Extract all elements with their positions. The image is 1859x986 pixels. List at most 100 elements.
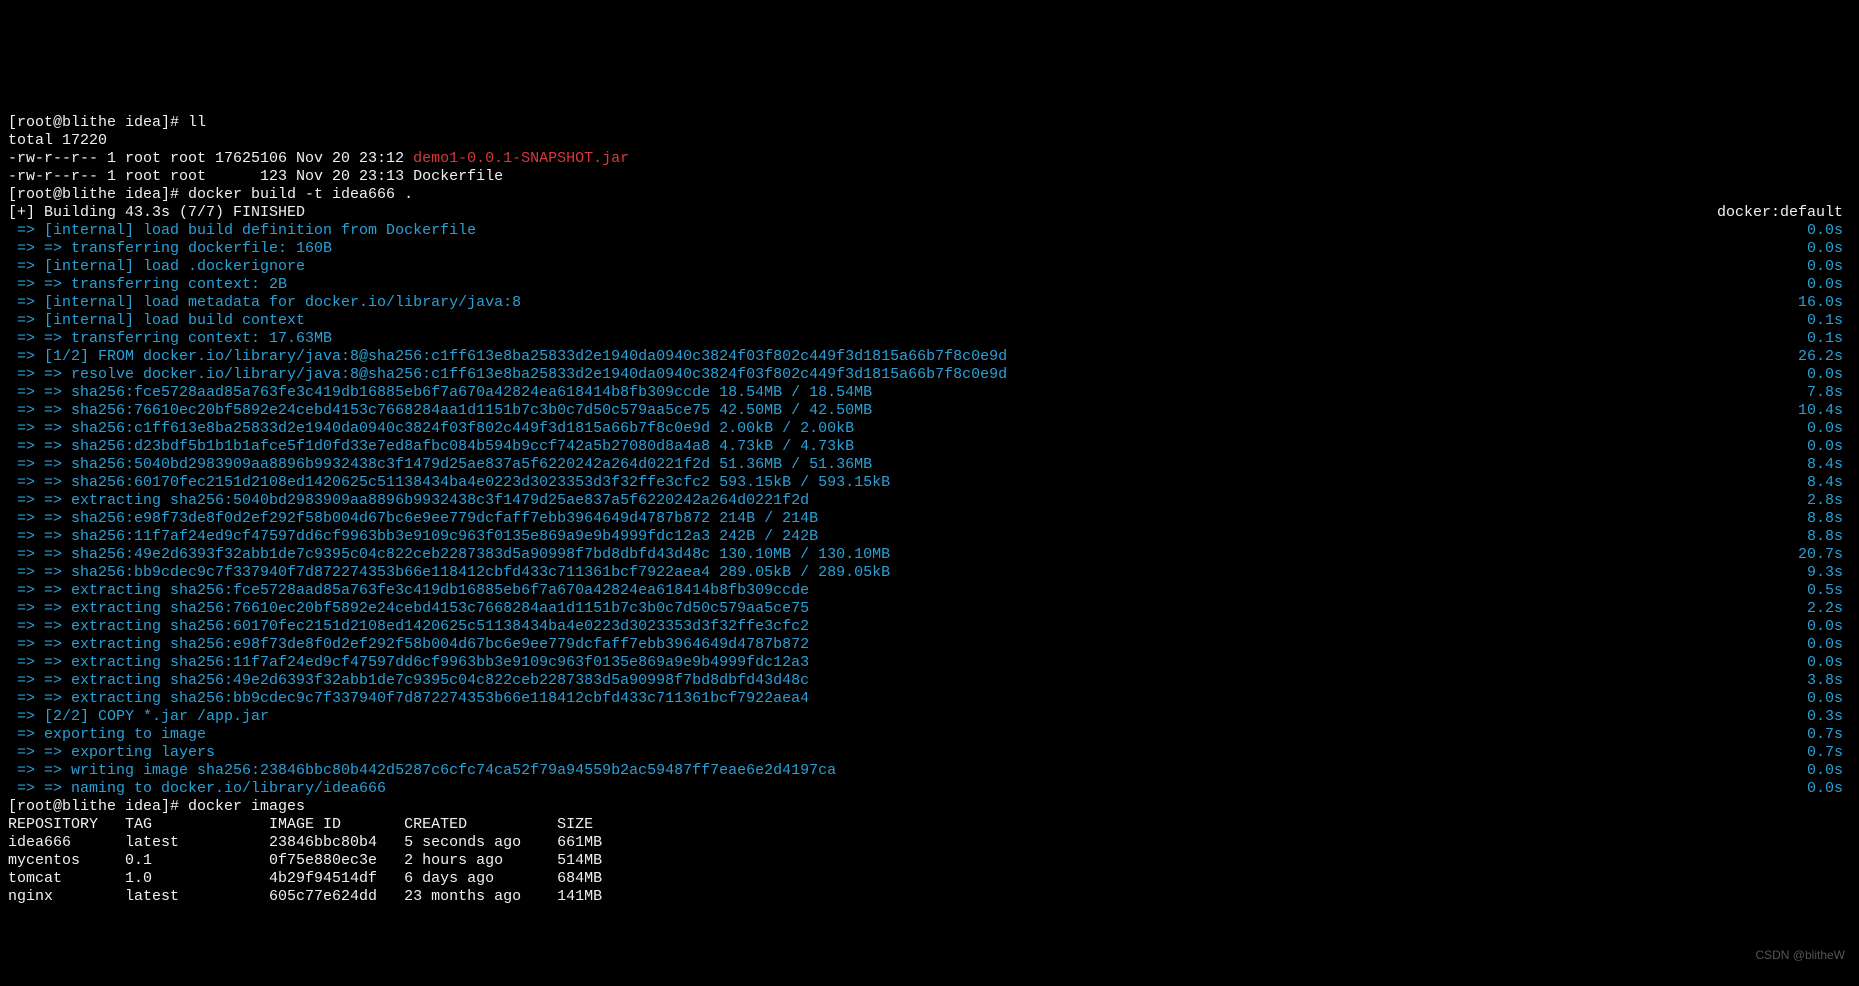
build-step-text: => => sha256:76610ec20bf5892e24cebd4153c… [8, 402, 872, 420]
build-step-time: 8.8s [1807, 528, 1851, 546]
build-step-line: => => sha256:60170fec2151d2108ed1420625c… [8, 474, 1851, 492]
build-step-line: => => extracting sha256:60170fec2151d210… [8, 618, 1851, 636]
build-step-line: => => sha256:fce5728aad85a763fe3c419db16… [8, 384, 1851, 402]
build-step-time: 0.0s [1807, 618, 1851, 636]
build-step-time: 0.5s [1807, 582, 1851, 600]
build-step-line: => exporting to image0.7s [8, 726, 1851, 744]
build-step-time: 3.8s [1807, 672, 1851, 690]
build-step-text: => => extracting sha256:fce5728aad85a763… [8, 582, 809, 600]
images-rows: idea666 latest 23846bbc80b4 5 seconds ag… [8, 834, 1851, 906]
build-header: [+] Building 43.3s (7/7) FINISHED docker:… [8, 204, 1851, 222]
build-step-line: => => sha256:11f7af24ed9cf47597dd6cf9963… [8, 528, 1851, 546]
build-step-line: => => sha256:d23bdf5b1b1b1afce5f1d0fd33e… [8, 438, 1851, 456]
build-steps: => [internal] load build definition from… [8, 222, 1851, 798]
build-step-line: => => sha256:76610ec20bf5892e24cebd4153c… [8, 402, 1851, 420]
watermark: CSDN @blitheW [1755, 948, 1845, 962]
build-step-time: 0.7s [1807, 726, 1851, 744]
build-step-time: 7.8s [1807, 384, 1851, 402]
build-step-text: => => transferring dockerfile: 160B [8, 240, 332, 258]
build-step-time: 0.7s [1807, 744, 1851, 762]
prompt-line: [root@blithe idea]# ll [8, 114, 206, 131]
images-row: nginx latest 605c77e624dd 23 months ago … [8, 888, 1851, 906]
prompt-line: [root@blithe idea]# docker images [8, 798, 305, 815]
build-step-line: => => sha256:5040bd2983909aa8896b9932438… [8, 456, 1851, 474]
build-step-time: 0.0s [1807, 762, 1851, 780]
build-step-time: 26.2s [1798, 348, 1851, 366]
build-step-text: => => sha256:5040bd2983909aa8896b9932438… [8, 456, 872, 474]
build-header-left: [+] Building 43.3s (7/7) FINISHED [8, 204, 305, 222]
images-header: REPOSITORY TAG IMAGE ID CREATED SIZE [8, 816, 593, 833]
build-step-text: => => sha256:d23bdf5b1b1b1afce5f1d0fd33e… [8, 438, 854, 456]
build-step-line: => => writing image sha256:23846bbc80b44… [8, 762, 1851, 780]
build-step-line: => => sha256:e98f73de8f0d2ef292f58b004d6… [8, 510, 1851, 528]
images-row: mycentos 0.1 0f75e880ec3e 2 hours ago 51… [8, 852, 1851, 870]
build-step-line: => [2/2] COPY *.jar /app.jar 0.3s [8, 708, 1851, 726]
build-step-time: 0.0s [1807, 654, 1851, 672]
build-step-time: 0.0s [1807, 636, 1851, 654]
build-step-time: 0.0s [1807, 420, 1851, 438]
build-step-text: => => extracting sha256:60170fec2151d210… [8, 618, 809, 636]
build-step-text: => => extracting sha256:5040bd2983909aa8… [8, 492, 809, 510]
build-step-line: => => transferring context: 2B 0.0s [8, 276, 1851, 294]
build-step-text: => => sha256:c1ff613e8ba25833d2e1940da09… [8, 420, 854, 438]
build-step-line: => => naming to docker.io/library/idea66… [8, 780, 1851, 798]
prompt-line: [root@blithe idea]# docker build -t idea… [8, 186, 413, 203]
build-step-line: => => extracting sha256:11f7af24ed9cf475… [8, 654, 1851, 672]
build-step-text: => => sha256:fce5728aad85a763fe3c419db16… [8, 384, 872, 402]
build-step-line: => => transferring context: 17.63MB0.1s [8, 330, 1851, 348]
build-step-time: 0.0s [1807, 276, 1851, 294]
images-row: idea666 latest 23846bbc80b4 5 seconds ag… [8, 834, 1851, 852]
build-step-text: => [2/2] COPY *.jar /app.jar [8, 708, 269, 726]
build-step-time: 8.8s [1807, 510, 1851, 528]
build-step-time: 9.3s [1807, 564, 1851, 582]
terminal[interactable]: [root@blithe idea]# ll total 17220 -rw-r… [0, 90, 1859, 912]
build-step-text: => => sha256:e98f73de8f0d2ef292f58b004d6… [8, 510, 818, 528]
build-header-right: docker:default [1717, 204, 1851, 222]
build-step-text: => => resolve docker.io/library/java:8@s… [8, 366, 1007, 384]
build-step-time: 20.7s [1798, 546, 1851, 564]
build-step-time: 0.1s [1807, 312, 1851, 330]
build-step-text: => => naming to docker.io/library/idea66… [8, 780, 386, 798]
build-step-time: 0.0s [1807, 438, 1851, 456]
build-step-time: 0.0s [1807, 780, 1851, 798]
ls-perms: -rw-r--r-- 1 root root 17625106 Nov 20 2… [8, 150, 413, 167]
build-step-line: => => sha256:49e2d6393f32abb1de7c9395c04… [8, 546, 1851, 564]
build-step-text: => [1/2] FROM docker.io/library/java:8@s… [8, 348, 1007, 366]
build-step-line: => => transferring dockerfile: 160B 0.0s [8, 240, 1851, 258]
build-step-time: 0.0s [1807, 366, 1851, 384]
build-step-time: 0.3s [1807, 708, 1851, 726]
build-step-time: 10.4s [1798, 402, 1851, 420]
build-step-line: => => resolve docker.io/library/java:8@s… [8, 366, 1851, 384]
ls-total: total 17220 [8, 132, 107, 149]
build-step-text: => => extracting sha256:e98f73de8f0d2ef2… [8, 636, 809, 654]
build-step-time: 0.0s [1807, 222, 1851, 240]
build-step-line: => => exporting layers 0.7s [8, 744, 1851, 762]
build-step-text: => => transferring context: 2B [8, 276, 287, 294]
build-step-text: => => extracting sha256:bb9cdec9c7f33794… [8, 690, 809, 708]
build-step-text: => [internal] load metadata for docker.i… [8, 294, 521, 312]
build-step-time: 0.0s [1807, 258, 1851, 276]
build-step-text: => => sha256:bb9cdec9c7f337940f7d8722743… [8, 564, 890, 582]
build-step-time: 16.0s [1798, 294, 1851, 312]
images-row: tomcat 1.0 4b29f94514df 6 days ago 684MB [8, 870, 1851, 888]
build-step-line: => [1/2] FROM docker.io/library/java:8@s… [8, 348, 1851, 366]
jar-filename: demo1-0.0.1-SNAPSHOT.jar [413, 150, 629, 167]
build-step-line: => => extracting sha256:fce5728aad85a763… [8, 582, 1851, 600]
build-step-text: => => exporting layers [8, 744, 215, 762]
build-step-text: => => extracting sha256:11f7af24ed9cf475… [8, 654, 809, 672]
build-step-text: => => writing image sha256:23846bbc80b44… [8, 762, 836, 780]
build-step-line: => => extracting sha256:49e2d6393f32abb1… [8, 672, 1851, 690]
build-step-time: 2.2s [1807, 600, 1851, 618]
ls-row: -rw-r--r-- 1 root root 17625106 Nov 20 2… [8, 150, 629, 167]
build-step-text: => => extracting sha256:49e2d6393f32abb1… [8, 672, 809, 690]
build-step-text: => => sha256:60170fec2151d2108ed1420625c… [8, 474, 890, 492]
build-step-line: => => extracting sha256:5040bd2983909aa8… [8, 492, 1851, 510]
build-step-text: => => sha256:11f7af24ed9cf47597dd6cf9963… [8, 528, 818, 546]
build-step-text: => => extracting sha256:76610ec20bf5892e… [8, 600, 809, 618]
build-step-time: 0.0s [1807, 240, 1851, 258]
ls-row: -rw-r--r-- 1 root root 123 Nov 20 23:13 … [8, 168, 503, 185]
build-step-text: => => transferring context: 17.63MB [8, 330, 332, 348]
build-step-line: => => extracting sha256:bb9cdec9c7f33794… [8, 690, 1851, 708]
build-step-line: => => extracting sha256:e98f73de8f0d2ef2… [8, 636, 1851, 654]
build-step-line: => => sha256:bb9cdec9c7f337940f7d8722743… [8, 564, 1851, 582]
